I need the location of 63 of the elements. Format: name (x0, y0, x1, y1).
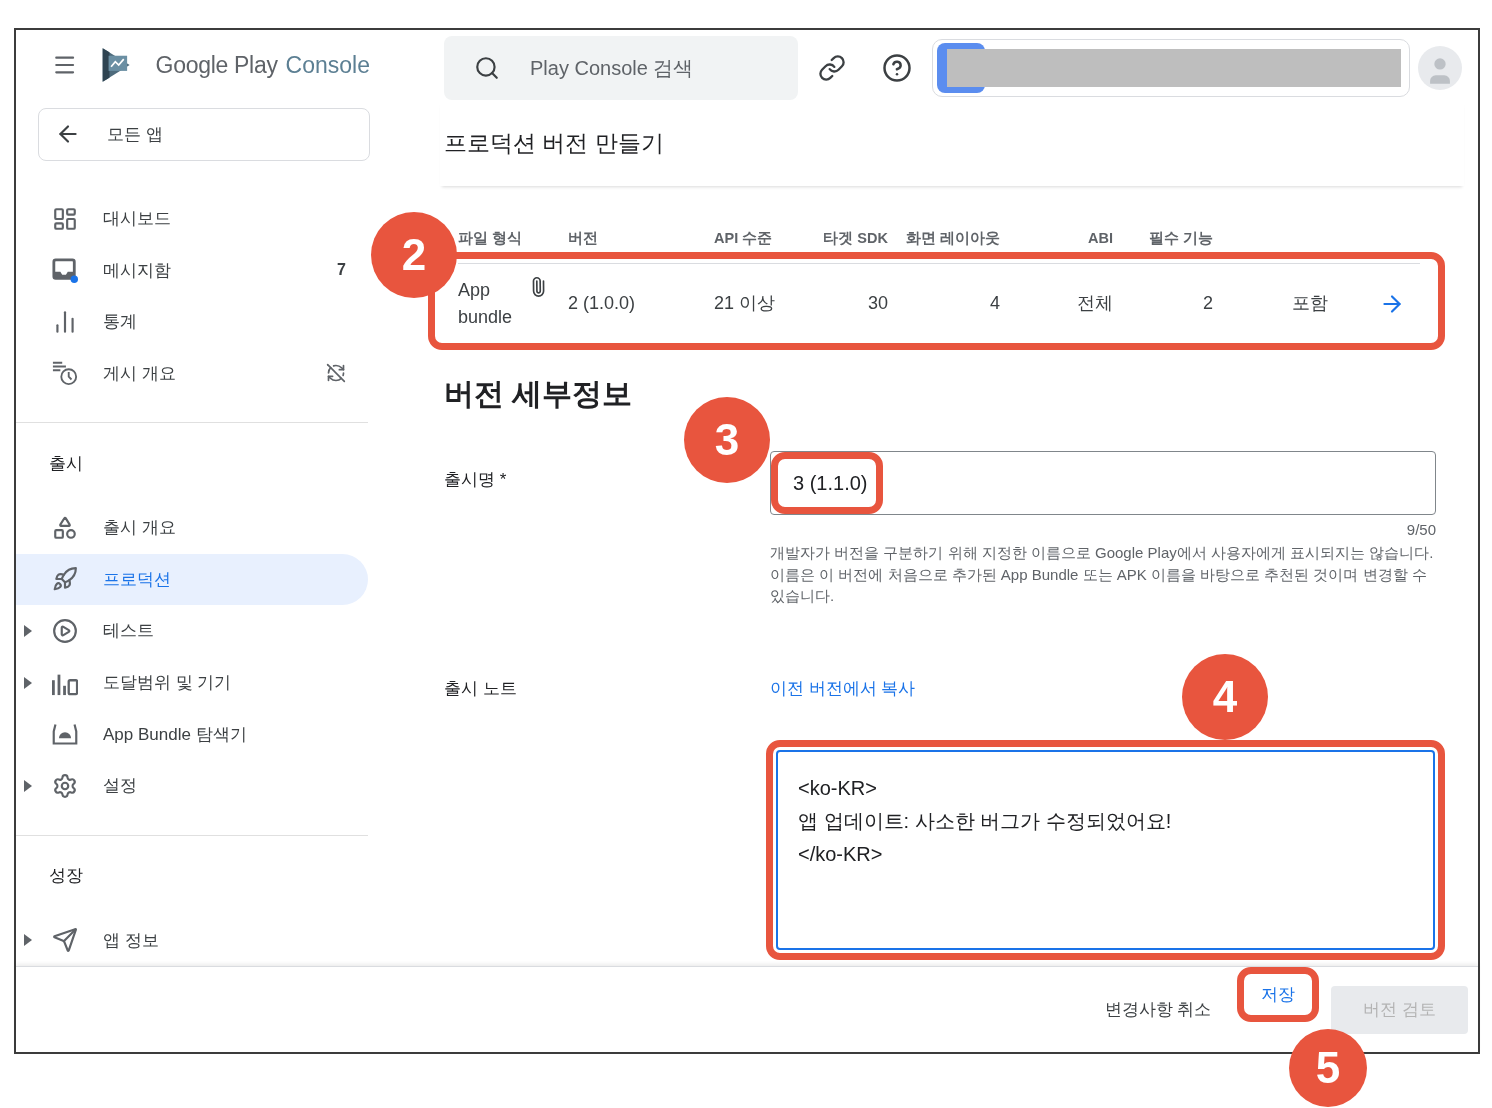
table-cell-text: 2 (1.0.0) (568, 292, 637, 315)
expand-icon[interactable] (24, 934, 32, 947)
sidebar-item[interactable]: 메시지함 7 (16, 244, 368, 296)
column-header: ABI (1087, 230, 1113, 246)
note-line: <ko-KR> (798, 775, 878, 801)
search-icon (474, 55, 500, 81)
table-cell-text: 21 이상 (714, 292, 777, 315)
column-header: 타겟 SDK (822, 228, 888, 248)
table-cell-text: 포함 (1291, 292, 1328, 315)
sidebar-item[interactable]: 테스트 (16, 605, 368, 657)
expand-icon[interactable] (24, 624, 32, 637)
sidebar-item[interactable]: 출시 개요 (16, 502, 368, 554)
sidebar-item[interactable]: 통계 (16, 295, 368, 348)
play-circle-icon (52, 616, 78, 645)
column-header: API 수준 (714, 228, 774, 248)
field-label: 출시 노트 (444, 677, 518, 700)
sidebar-item[interactable]: App Bundle 탐색기 (16, 708, 368, 760)
sidebar-item[interactable]: 게시 개요 (16, 347, 368, 400)
column-header: 버전 (568, 228, 599, 248)
column-header: 필수 기능 (1147, 228, 1213, 248)
character-counter: 9/50 (1406, 521, 1436, 538)
send-icon (52, 926, 78, 955)
sidebar-item[interactable]: 도달범위 및 기기 (16, 656, 368, 709)
page-title: 프로덕션 버전 만들기 (444, 128, 664, 158)
sidebar-item[interactable]: 앱 정보 (16, 914, 368, 966)
android-tray-icon (52, 721, 78, 748)
list-clock-icon (52, 359, 78, 388)
step-number-badge: 5 (1289, 1029, 1367, 1107)
table-row[interactable]: App bundle 2 (1.0.0) 21 이상 30 4 전체 2 포함 (458, 263, 1420, 343)
logo-text: Google Play (155, 51, 278, 79)
sidebar-item[interactable]: 프로덕션 (16, 553, 368, 606)
help-icon[interactable] (882, 53, 912, 83)
link-icon[interactable] (818, 54, 846, 82)
release-notes-field[interactable]: <ko-KR> 앱 업데이트: 사소한 버그가 수정되었어요! </ko-KR> (776, 749, 1435, 950)
back-button[interactable]: 모든 앱 (38, 107, 370, 162)
table-cell-text: 4 (989, 292, 1000, 315)
note-line: </ko-KR> (798, 841, 884, 867)
sidebar-item[interactable]: 대시보드 (16, 192, 368, 245)
sync-off-icon (326, 363, 346, 384)
section-heading: 버전 세부정보 (444, 376, 634, 412)
expand-icon[interactable] (24, 779, 32, 792)
column-header: 파일 형식 (458, 228, 524, 248)
footer-button[interactable]: 저장 (1247, 977, 1310, 1012)
copy-link[interactable]: 이전 버전에서 복사 (770, 676, 916, 700)
unread-count: 7 (337, 261, 346, 280)
footer-button[interactable]: 변경사항 취소 (1090, 992, 1226, 1027)
section-title: 성장 (48, 865, 84, 888)
note-line: 앱 업데이트: 사소한 버그가 수정되었어요! (798, 808, 1173, 834)
field-label: 출시명 * (444, 469, 508, 491)
section-title: 출시 (48, 453, 84, 476)
inbox-icon (52, 256, 78, 285)
table-cell-text: 30 (866, 292, 888, 315)
search-field[interactable]: Play Console 검색 (528, 55, 748, 81)
release-name-field[interactable]: 3 (1.1.0) (770, 451, 1436, 515)
help-text: 개발자가 버전을 구분하기 위해 지정한 이름으로 Google Play에서 사용자에게 표시되지는 않습니다. 이름은 이 버전에 처음으로 추가된 App Bundle 또는 APK 이름을 바탕으로 추천된 것이며 변경할 수 있습니다. (770, 543, 1435, 606)
sidebar-item[interactable]: 설정 (16, 759, 368, 812)
table-cell-text: 전체 (1076, 292, 1113, 315)
settings-icon (52, 771, 78, 800)
table-cell-text: 2 (1202, 292, 1213, 315)
expand-icon[interactable] (24, 676, 32, 689)
logo-text: Console (285, 51, 370, 79)
column-header: 화면 레이아웃 (904, 228, 1000, 248)
table-cell-text: App bundle (458, 278, 514, 329)
